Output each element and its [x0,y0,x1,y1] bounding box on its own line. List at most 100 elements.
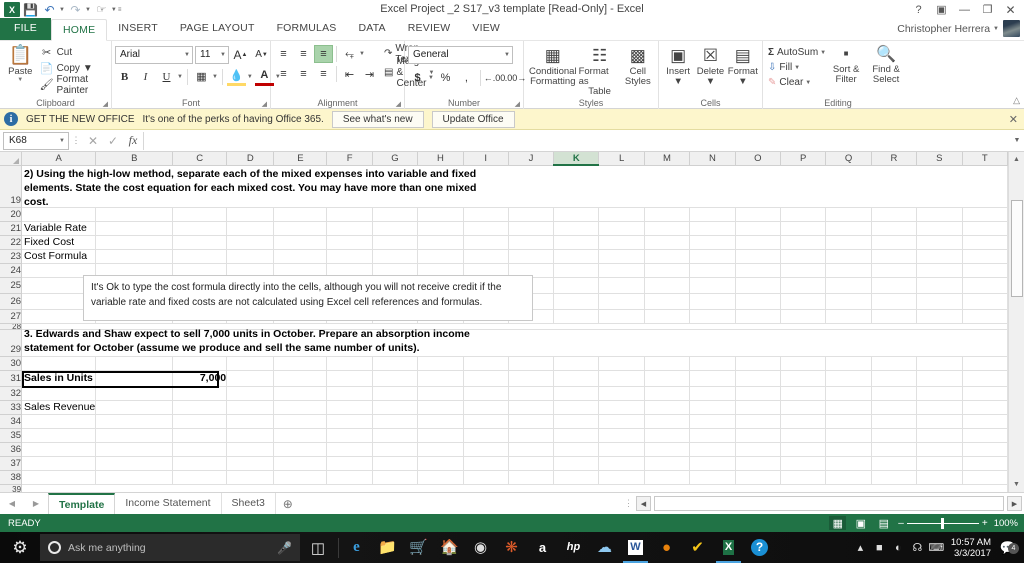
cell-i34[interactable] [463,414,508,428]
formula-input[interactable] [143,132,994,150]
insert-cells-button[interactable]: ▣ Insert ▼ [662,45,694,87]
update-office-button[interactable]: Update Office [432,111,515,128]
cell-d30[interactable] [227,356,274,370]
zoom-out-button[interactable]: – [898,518,904,529]
cell-e21[interactable] [274,221,327,235]
cell-p31[interactable] [781,370,826,386]
cell-b22[interactable] [96,235,173,249]
cell-b21[interactable] [96,221,173,235]
confirm-entry-icon[interactable]: ✓ [103,134,123,148]
column-header-l[interactable]: L [599,152,644,165]
scroll-up-icon[interactable]: ▲ [1009,152,1024,167]
cell-q36[interactable] [826,442,871,456]
row-header-36[interactable]: 36 [0,442,22,456]
cell-o26[interactable] [735,293,780,309]
clear-dropdown-icon[interactable]: ▼ [805,80,811,86]
cell-t38[interactable] [962,470,1007,484]
restore-button[interactable]: ❐ [976,1,999,19]
cell-e30[interactable] [274,356,327,370]
cell-s25[interactable] [917,277,962,293]
cell-t25[interactable] [962,277,1007,293]
cell-l24[interactable] [599,263,644,277]
cell-q34[interactable] [826,414,871,428]
cell-j21[interactable] [508,221,553,235]
cell-n24[interactable] [690,263,735,277]
cell-r35[interactable] [871,428,916,442]
cell-s21[interactable] [917,221,962,235]
cell-n22[interactable] [690,235,735,249]
cell-h20[interactable] [418,207,463,221]
scroll-down-icon[interactable]: ▼ [1009,477,1024,492]
decrease-font-size-button[interactable]: A▼ [252,46,271,64]
tab-view[interactable]: VIEW [461,18,511,40]
row-header-29[interactable]: 29 [0,329,22,356]
column-header-g[interactable]: G [372,152,417,165]
cell-a35[interactable] [22,428,96,442]
onedrive-icon[interactable]: ☁ [589,532,620,563]
cell-b20[interactable] [96,207,173,221]
file-explorer-icon[interactable]: 📁 [372,532,403,563]
cell-m31[interactable] [644,370,689,386]
cell-c32[interactable] [173,386,227,400]
bluetooth-icon[interactable]: ☊ [908,541,927,554]
cell-s20[interactable] [917,207,962,221]
cell-s22[interactable] [917,235,962,249]
cell-h23[interactable] [418,249,463,263]
number-format-dropdown-icon[interactable]: ▼ [504,52,510,58]
comma-format-icon[interactable]: , [457,69,476,87]
new-sheet-button[interactable]: ⊕ [276,497,300,511]
cell-r20[interactable] [871,207,916,221]
cell-f22[interactable] [327,235,372,249]
cell-t21[interactable] [962,221,1007,235]
cell-q24[interactable] [826,263,871,277]
hp-icon[interactable]: hp [558,532,589,563]
vertical-scrollbar[interactable]: ▲ ▼ [1008,152,1024,492]
hscroll-left-icon[interactable]: ◀ [636,496,651,511]
orientation-icon[interactable]: ⥆ [340,45,359,63]
cell-p36[interactable] [781,442,826,456]
row-header-27[interactable]: 27 [0,309,22,323]
cell-g23[interactable] [372,249,417,263]
instruction-callout[interactable]: It's Ok to type the cost formula directl… [83,275,533,321]
align-top-icon[interactable]: ≡ [274,45,293,63]
cell-m26[interactable] [644,293,689,309]
cell-k33[interactable] [554,400,599,414]
align-middle-icon[interactable]: ≡ [294,45,313,63]
paste-button[interactable]: 📋 Paste ▼ [3,45,38,84]
scroll-split-handle[interactable]: ⋮ [624,498,633,509]
sheet-tab-income-statement[interactable]: Income Statement [115,493,221,514]
cell-m30[interactable] [644,356,689,370]
cell-o20[interactable] [735,207,780,221]
redo-icon[interactable]: ↷ [67,1,84,18]
borders-dropdown-icon[interactable]: ▼ [212,74,218,80]
user-account-area[interactable]: Christopher Herrera ▼ [897,20,1020,37]
cell-f38[interactable] [327,470,372,484]
cell-r37[interactable] [871,456,916,470]
cell-f21[interactable] [327,221,372,235]
cell-o37[interactable] [735,456,780,470]
column-header-m[interactable]: M [644,152,689,165]
normal-view-icon[interactable]: ▦ [829,516,846,530]
cell-l23[interactable] [599,249,644,263]
zoom-slider[interactable]: – + [898,518,987,529]
cell-g34[interactable] [372,414,417,428]
cell-g37[interactable] [372,456,417,470]
column-header-q[interactable]: Q [826,152,871,165]
cell-q20[interactable] [826,207,871,221]
user-dropdown-icon[interactable]: ▼ [993,26,999,32]
row-header-31[interactable]: 31 [0,370,22,386]
cell-h34[interactable] [418,414,463,428]
cell-r38[interactable] [871,470,916,484]
font-dialog-launcher-icon[interactable]: ◢ [262,100,267,108]
cell-k26[interactable] [554,293,599,309]
format-as-table-button[interactable]: ☷ Format as Table [579,45,621,97]
cell-r30[interactable] [871,356,916,370]
cell-d21[interactable] [227,221,274,235]
cell-r26[interactable] [871,293,916,309]
cell-p38[interactable] [781,470,826,484]
touch-mode-icon[interactable]: ☞ [93,1,110,18]
cell-o25[interactable] [735,277,780,293]
cell-q25[interactable] [826,277,871,293]
cell-m27[interactable] [644,309,689,323]
cell-n36[interactable] [690,442,735,456]
